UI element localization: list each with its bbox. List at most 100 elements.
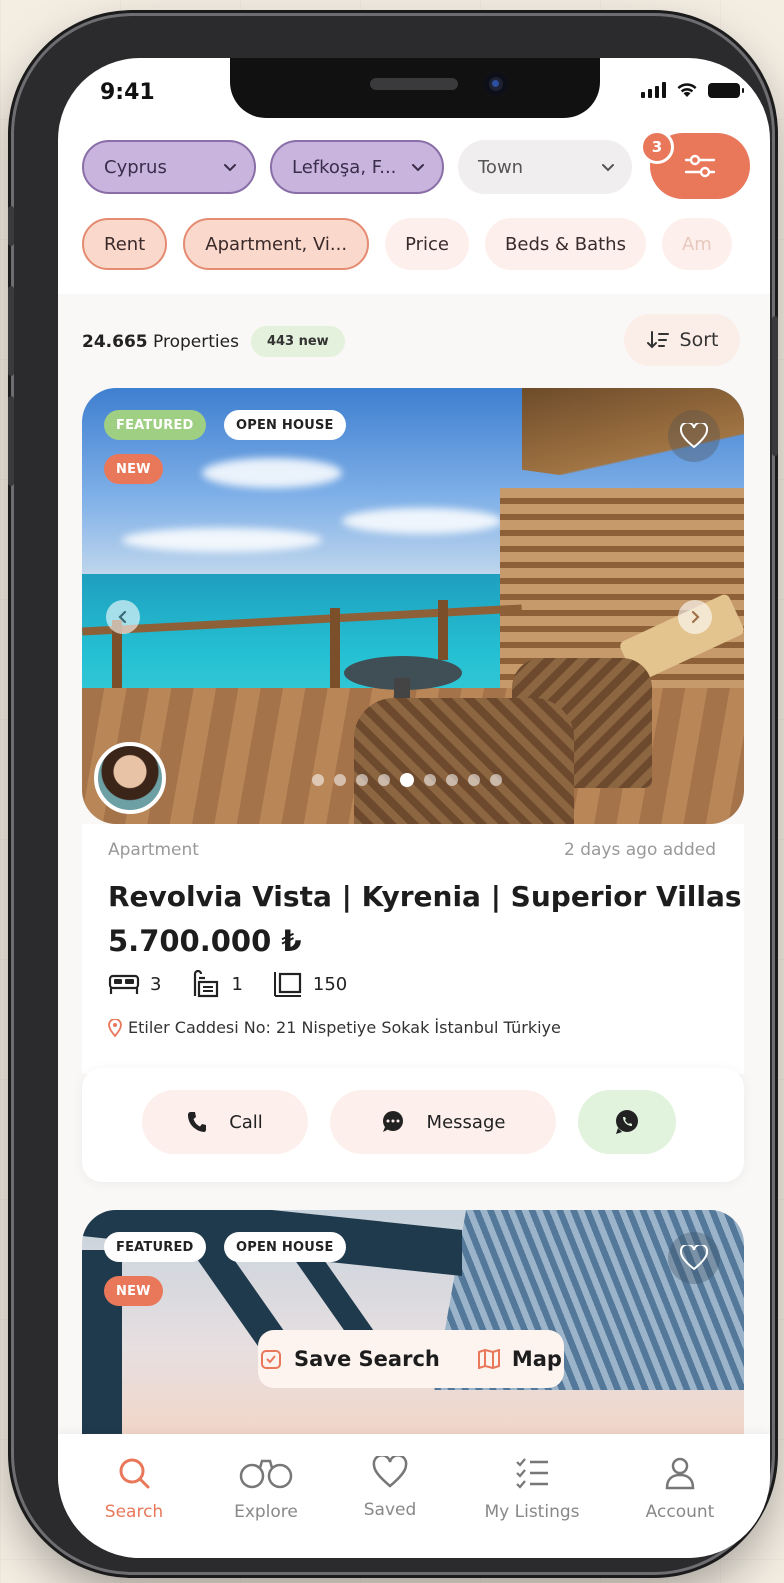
next-photo-button[interactable]: [678, 600, 712, 634]
pagination-dot[interactable]: [400, 773, 414, 787]
listing-photo[interactable]: FEATURED OPEN HOUSE NEW: [82, 388, 744, 824]
nav-search-label: Search: [104, 1502, 164, 1522]
notch: [230, 58, 600, 118]
nav-search[interactable]: Search: [74, 1456, 194, 1522]
country-value: Cyprus: [104, 156, 167, 178]
chip-price[interactable]: Price: [385, 218, 470, 270]
photo-cloud: [342, 508, 502, 534]
filter-count-badge: 3: [640, 130, 674, 164]
pagination-dot[interactable]: [468, 774, 480, 786]
baths-spec: 1: [191, 970, 243, 998]
message-button[interactable]: Message: [330, 1090, 556, 1154]
town-select[interactable]: Town: [458, 140, 632, 194]
country-select[interactable]: Cyprus: [82, 140, 256, 194]
open-house-tag: OPEN HOUSE: [224, 410, 346, 440]
sliders-icon: [684, 154, 716, 178]
location-pin-icon: [108, 1018, 122, 1037]
beds-spec: 3: [108, 972, 161, 996]
sort-icon: [646, 331, 669, 349]
photo-post: [438, 600, 448, 660]
sort-label: Sort: [679, 329, 719, 351]
bed-icon: [108, 974, 140, 994]
power-button: [772, 316, 778, 456]
favorite-button[interactable]: [668, 1232, 720, 1284]
property-type: Apartment: [108, 840, 199, 860]
area-icon: [273, 972, 302, 997]
area-spec: 150: [273, 970, 347, 998]
call-label: Call: [229, 1111, 263, 1133]
town-placeholder: Town: [478, 156, 524, 178]
signal-icon: [641, 82, 666, 98]
call-button[interactable]: Call: [142, 1090, 308, 1154]
photo-cloud: [202, 458, 342, 488]
nav-my-listings-label: My Listings: [484, 1502, 580, 1522]
speaker: [370, 78, 458, 90]
pagination-dot[interactable]: [378, 774, 390, 786]
pagination-dot[interactable]: [312, 774, 324, 786]
battery-icon: [708, 83, 744, 98]
map-button[interactable]: Map: [512, 1347, 562, 1371]
listing-title[interactable]: Revolvia Vista | Kyrenia | Superior Vill…: [108, 880, 742, 913]
city-value: Lefkoşa, F...: [292, 156, 397, 178]
pagination-dot[interactable]: [334, 774, 346, 786]
heart-icon: [680, 1245, 708, 1271]
nav-explore[interactable]: Explore: [206, 1456, 326, 1522]
pagination-dot[interactable]: [424, 774, 436, 786]
chip-beds-baths[interactable]: Beds & Baths: [485, 218, 646, 270]
featured-tag: FEATURED: [104, 410, 206, 440]
nav-saved-label: Saved: [363, 1500, 417, 1520]
favorite-button[interactable]: [668, 410, 720, 462]
address-text: Etiler Caddesi No: 21 Nispetiye Sokak İs…: [128, 1018, 561, 1037]
results-summary: 24.665 Properties 443 new: [82, 326, 345, 357]
listing-address: Etiler Caddesi No: 21 Nispetiye Sokak İs…: [108, 1018, 561, 1037]
floating-actions: Save Search Map: [258, 1330, 564, 1388]
photo-pagination: [312, 773, 502, 787]
location-filters: Cyprus Lefkoşa, F... Town: [82, 140, 632, 194]
heart-icon: [372, 1456, 408, 1488]
nav-saved[interactable]: Saved: [330, 1456, 450, 1520]
mute-switch: [8, 206, 14, 246]
pagination-dot[interactable]: [446, 774, 458, 786]
city-select[interactable]: Lefkoşa, F...: [270, 140, 444, 194]
pagination-dot[interactable]: [356, 774, 368, 786]
listing-specs: 3 1 150: [108, 970, 347, 998]
results-count: 24.665 Properties: [82, 331, 239, 352]
message-label: Message: [426, 1111, 506, 1133]
volume-down-button: [8, 396, 14, 486]
photo-cloud: [122, 528, 322, 552]
sort-button[interactable]: Sort: [624, 314, 740, 366]
phone-frame: 9:41 Cyprus Lefkoşa, F... Town 3 Rent Ap…: [8, 16, 778, 1572]
agent-avatar[interactable]: [94, 742, 166, 814]
whatsapp-icon: [616, 1110, 638, 1134]
camera-icon: [484, 72, 508, 96]
chip-property-type[interactable]: Apartment, Vi...: [183, 218, 370, 270]
message-icon: [382, 1111, 403, 1132]
listing-price: 5.700.000 ₺: [108, 924, 302, 958]
nav-account[interactable]: Account: [620, 1456, 740, 1522]
pagination-dot[interactable]: [490, 774, 502, 786]
chip-rent[interactable]: Rent: [82, 218, 168, 270]
added-date: 2 days ago added: [563, 840, 716, 860]
prev-photo-button[interactable]: [106, 600, 140, 634]
photo-chair: [354, 698, 574, 824]
bath-icon: [194, 970, 219, 998]
baths-count: 1: [231, 973, 243, 995]
chip-amenities[interactable]: Am: [661, 218, 732, 270]
save-search-button[interactable]: Save Search: [294, 1347, 440, 1371]
binoculars-icon: [239, 1459, 293, 1489]
nav-my-listings[interactable]: My Listings: [472, 1456, 592, 1522]
save-search-icon: [261, 1350, 282, 1369]
status-time: 9:41: [100, 80, 155, 105]
area-value: 150: [312, 973, 348, 995]
map-icon: [477, 1349, 500, 1369]
whatsapp-button[interactable]: [578, 1090, 676, 1154]
chevron-down-icon: [412, 164, 424, 172]
listing-photo-2[interactable]: FEATURED OPEN HOUSE NEW: [82, 1210, 744, 1440]
open-house-tag: OPEN HOUSE: [224, 1232, 346, 1262]
wifi-icon: [676, 82, 698, 98]
nav-account-label: Account: [645, 1502, 715, 1522]
new-tag: NEW: [104, 1276, 163, 1306]
featured-tag: FEATURED: [104, 1232, 206, 1262]
app-screen: 9:41 Cyprus Lefkoşa, F... Town 3 Rent Ap…: [58, 58, 770, 1558]
chevron-down-icon: [224, 164, 236, 172]
